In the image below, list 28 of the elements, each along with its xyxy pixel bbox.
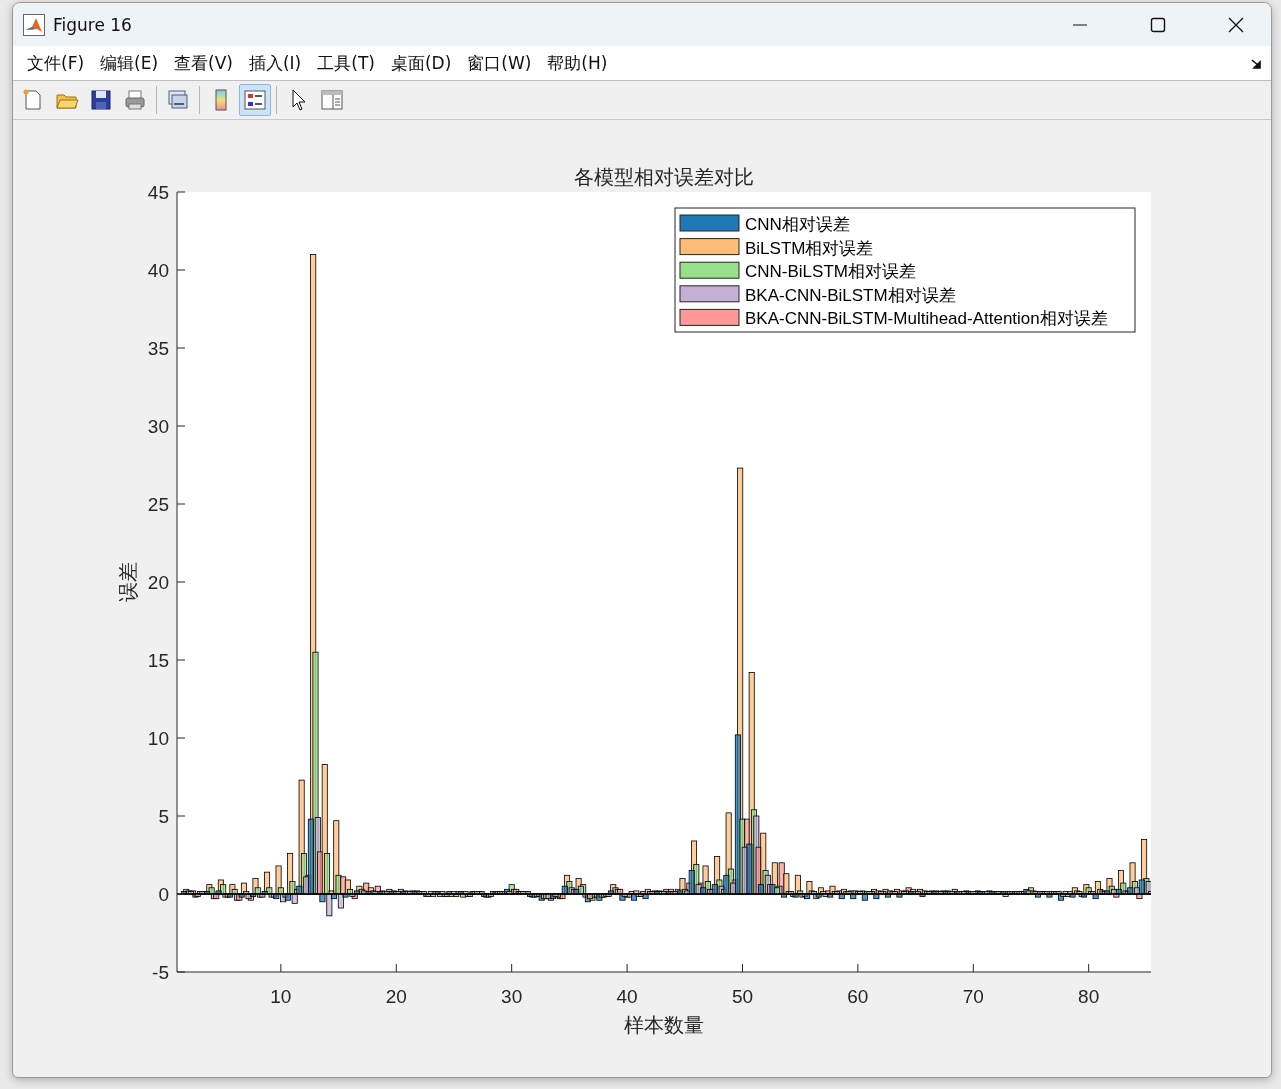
legend-label: BiLSTM相对误差 <box>745 238 874 258</box>
y-tick-label: 40 <box>147 260 169 281</box>
y-tick-label: 35 <box>147 338 169 359</box>
y-tick-label: 30 <box>147 416 169 437</box>
x-tick-label: 50 <box>731 986 754 1007</box>
y-axis-label: 误差 <box>116 562 140 602</box>
window-title: Figure 16 <box>53 14 133 35</box>
x-tick-label: 80 <box>1078 986 1100 1007</box>
y-tick-label: 5 <box>158 806 169 827</box>
legend-label: CNN-BiLSTM相对误差 <box>745 262 916 282</box>
x-tick-label: 40 <box>616 986 638 1007</box>
x-tick-label: 70 <box>962 986 984 1007</box>
x-axis-label: 样本数量 <box>624 1013 704 1037</box>
x-tick-label: 30 <box>501 986 523 1007</box>
legend-label: BKA-CNN-BiLSTM-Multihead-Attention相对误差 <box>745 309 1108 329</box>
x-tick-label: 60 <box>847 986 869 1007</box>
y-tick-label: 25 <box>147 494 169 515</box>
y-tick-label: 45 <box>147 182 169 203</box>
x-tick-label: 20 <box>385 986 407 1007</box>
x-tick-label: 10 <box>270 986 292 1007</box>
y-tick-label: 0 <box>158 884 169 905</box>
y-tick-label: 10 <box>147 728 169 749</box>
y-tick-label: 15 <box>147 650 169 671</box>
y-tick-label: -5 <box>152 962 169 983</box>
chart-title: 各模型相对误差对比 <box>574 165 754 189</box>
legend-label: CNN相对误差 <box>745 215 850 234</box>
y-tick-label: 20 <box>147 572 169 593</box>
legend-label: BKA-CNN-BiLSTM相对误差 <box>745 285 956 305</box>
